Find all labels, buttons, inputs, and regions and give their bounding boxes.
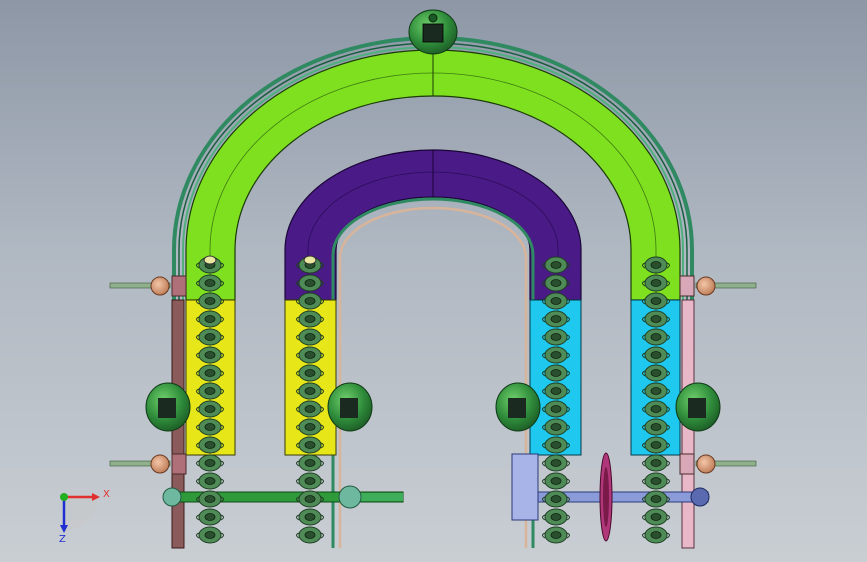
top-bearing (408, 9, 458, 55)
right-upper-rod (679, 275, 757, 297)
cad-3d-viewport[interactable]: X Z (0, 0, 867, 562)
chain-top-pin-inner (303, 255, 317, 265)
coordinate-triad[interactable]: X Z (59, 489, 110, 545)
z-axis-label: Z (59, 534, 66, 545)
right-inner-bearing (495, 382, 541, 432)
left-upper-rod (109, 275, 187, 297)
left-lower-rod (109, 453, 187, 475)
left-inner-bearing (327, 382, 373, 432)
y-axis-dot (60, 493, 68, 501)
right-lower-rod (679, 453, 757, 475)
x-axis-label: X (103, 489, 110, 500)
right-bearing (675, 382, 721, 432)
left-bearing (145, 382, 191, 432)
chain-top-pin-left (203, 255, 217, 265)
right-drive-shaft (511, 452, 710, 542)
inner-arch-guide (284, 149, 582, 301)
